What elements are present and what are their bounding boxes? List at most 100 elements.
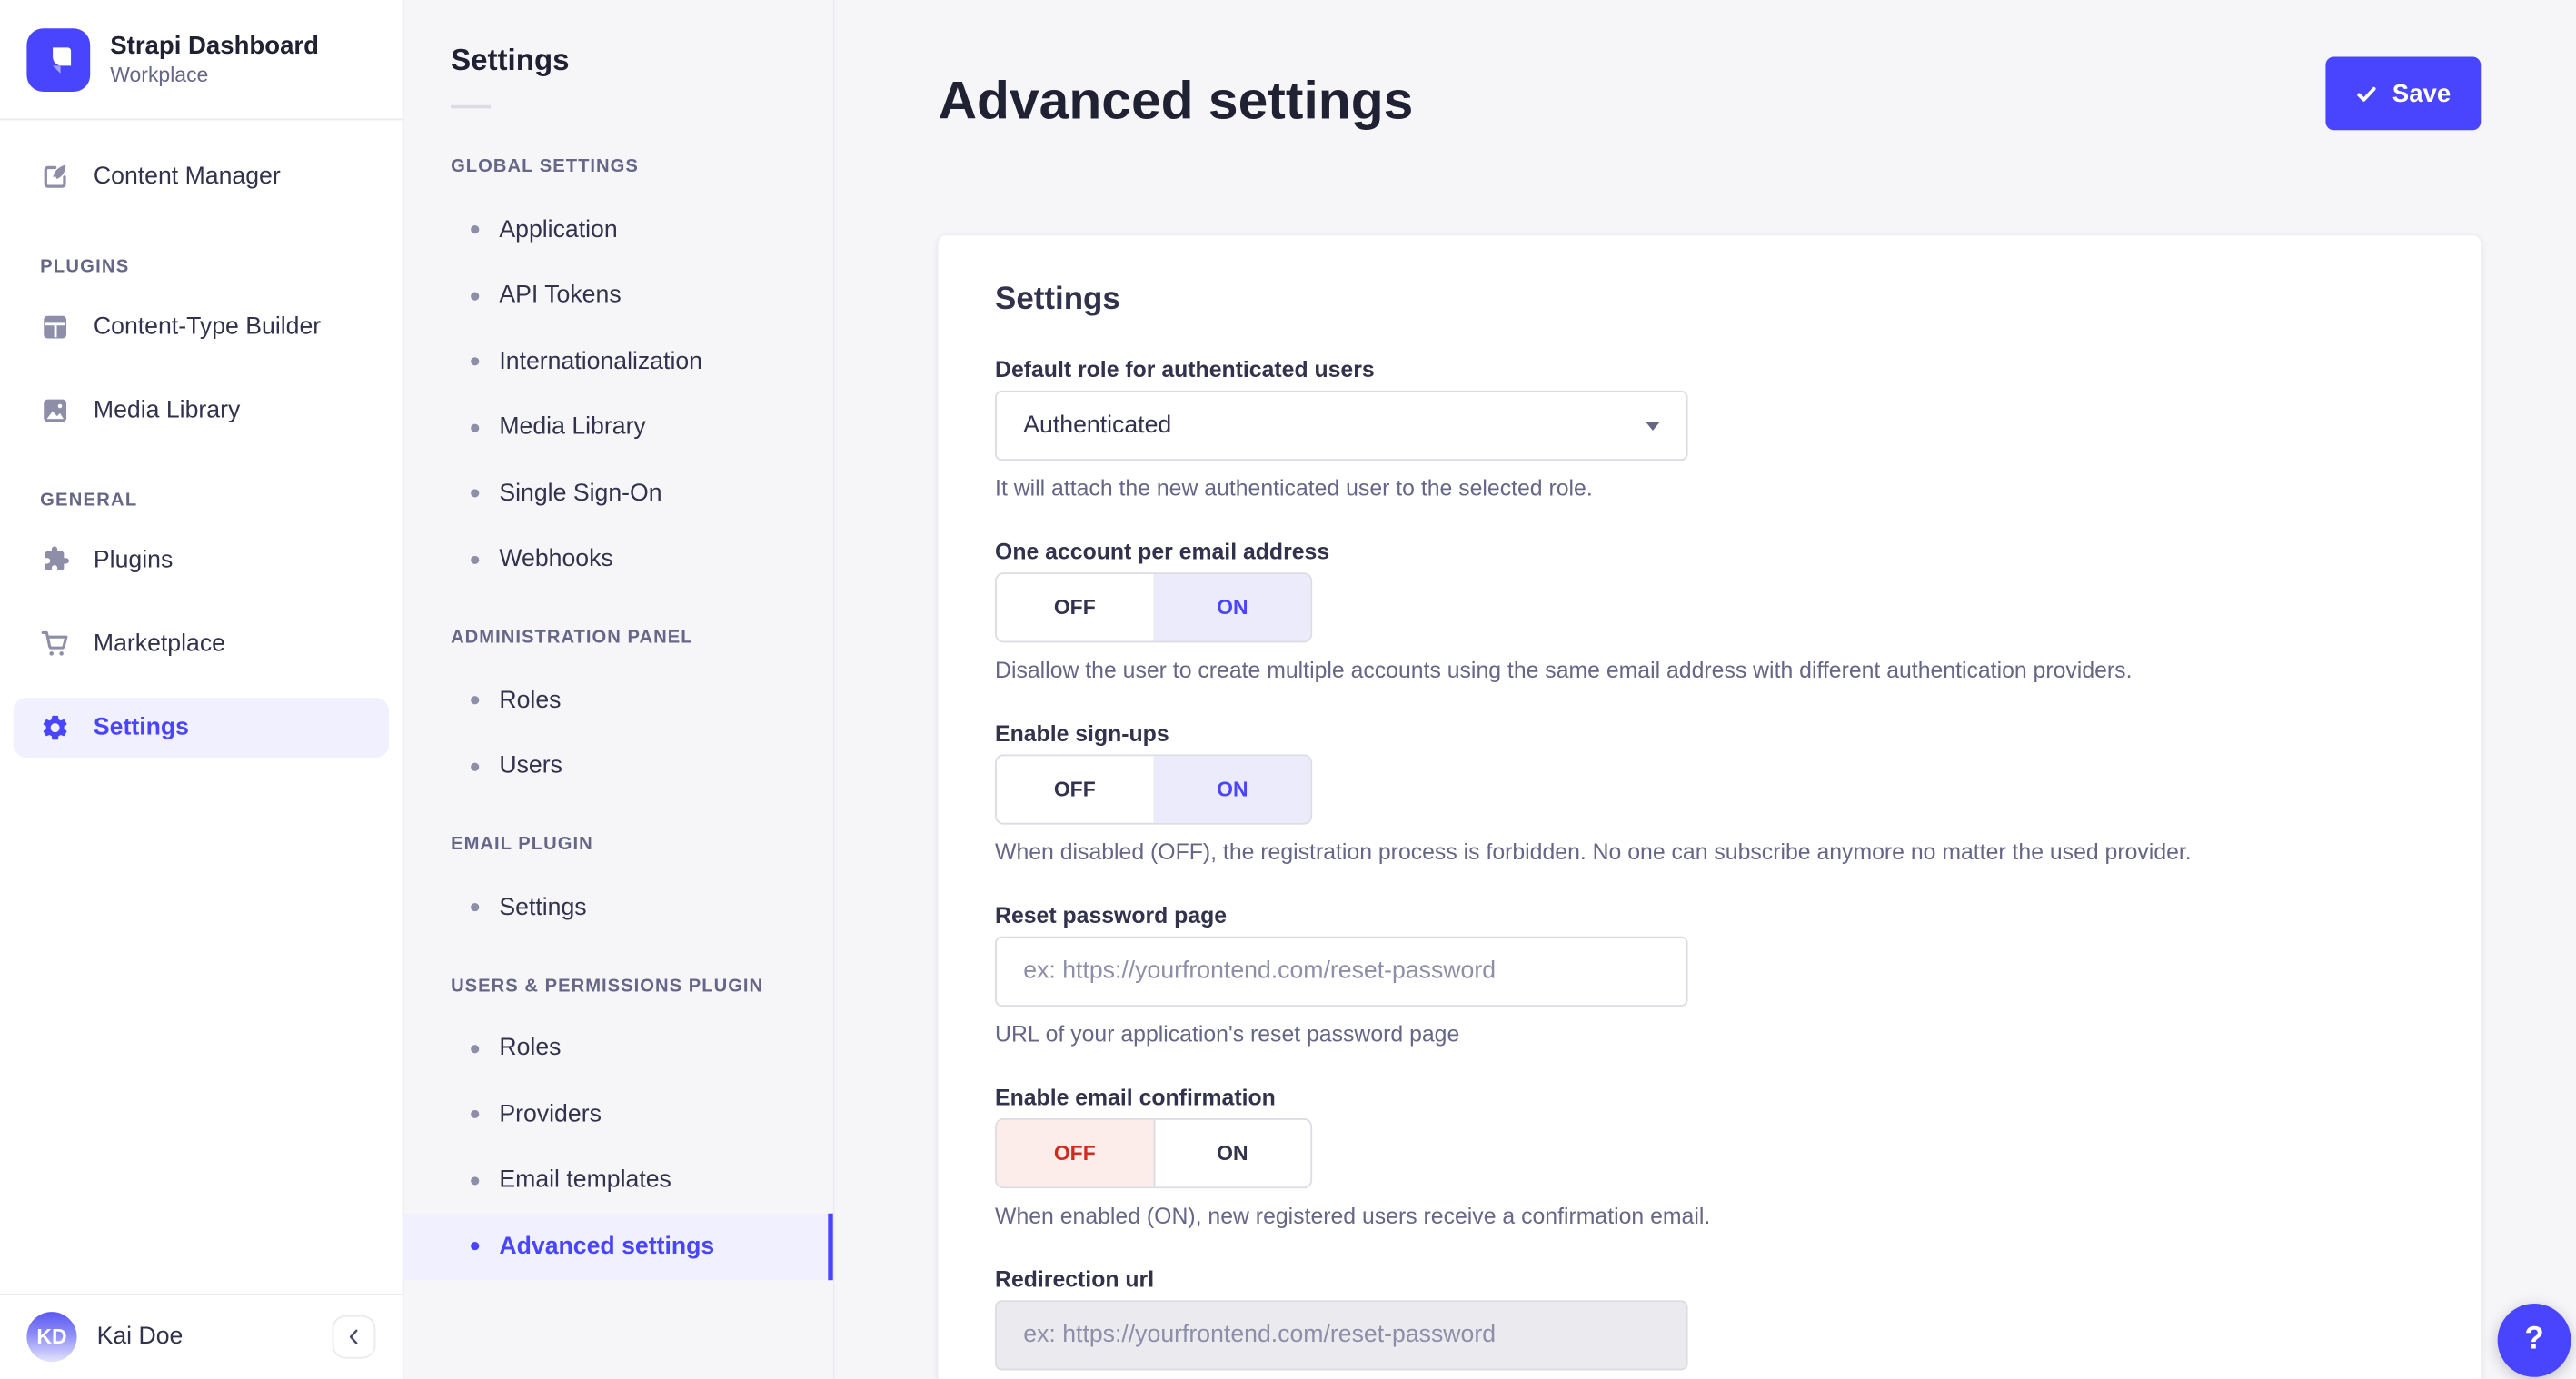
- field-hint: URL of your application's reset password…: [995, 1021, 1460, 1047]
- collapse-sidebar-button[interactable]: [332, 1315, 376, 1359]
- one-account-per-email-toggle: OFF ON: [995, 572, 1313, 643]
- toggle-off-option[interactable]: OFF: [996, 1119, 1153, 1187]
- plugins-puzzle-icon: [40, 546, 70, 576]
- subnav-list-administration-panel: Roles Users: [404, 668, 833, 799]
- field-enable-sign-ups: Enable sign-ups OFF ON When disabled (OF…: [995, 719, 2424, 868]
- toggle-off-option[interactable]: OFF: [997, 574, 1153, 640]
- default-role-select[interactable]: Authenticated: [995, 390, 1688, 461]
- toggle-off-option[interactable]: OFF: [997, 756, 1153, 822]
- subnav-item-up-roles[interactable]: Roles: [404, 1016, 833, 1082]
- subnav-section-administration-panel: ADMINISTRATION PANEL: [451, 627, 693, 648]
- subnav-item-internationalization[interactable]: Internationalization: [404, 329, 833, 395]
- sidebar-item-marketplace[interactable]: Marketplace: [14, 614, 389, 674]
- brand-text: Strapi Dashboard Workplace: [110, 32, 319, 87]
- check-icon: [2355, 83, 2377, 104]
- bullet-icon: [471, 423, 480, 432]
- workspace-name: Workplace: [110, 63, 209, 87]
- toggle-on-option[interactable]: ON: [1152, 756, 1311, 823]
- subnav-item-webhooks[interactable]: Webhooks: [404, 527, 833, 593]
- field-hint: Disallow the user to create multiple acc…: [995, 657, 2133, 683]
- enable-sign-ups-toggle: OFF ON: [995, 754, 1313, 825]
- app-title: Strapi Dashboard: [110, 31, 319, 61]
- sidebar-item-content-type-builder[interactable]: Content-Type Builder: [14, 297, 389, 357]
- sidebar-item-settings[interactable]: Settings: [13, 698, 390, 759]
- bullet-icon: [471, 762, 480, 771]
- bullet-icon: [471, 903, 480, 912]
- field-one-account-per-email: One account per email address OFF ON Dis…: [995, 538, 2424, 687]
- toggle-on-option[interactable]: ON: [1152, 574, 1311, 641]
- toggle-on-option[interactable]: ON: [1152, 1119, 1311, 1187]
- field-label: One account per email address: [995, 539, 1330, 565]
- field-label: Enable sign-ups: [995, 720, 1169, 747]
- bullet-icon: [471, 1110, 480, 1119]
- sidebar-item-plugins[interactable]: Plugins: [14, 531, 389, 590]
- page-header: Advanced settings Save: [939, 0, 2482, 130]
- subnav-item-single-sign-on[interactable]: Single Sign-On: [404, 461, 833, 527]
- user-name: Kai Doe: [96, 1324, 184, 1351]
- bullet-icon: [471, 555, 480, 564]
- field-label: Default role for authenticated users: [995, 357, 1375, 382]
- bullet-icon: [471, 489, 480, 498]
- sidebar-item-content-manager[interactable]: Content Manager: [14, 147, 389, 207]
- content-type-builder-icon: [40, 313, 70, 342]
- chevron-down-icon: [1646, 421, 1660, 431]
- card-title: Settings: [995, 282, 1120, 318]
- main-content: Advanced settings Save Settings Default …: [834, 0, 2576, 1379]
- field-hint: When enabled (ON), new registered users …: [995, 1203, 1711, 1229]
- subnav-title: Settings: [451, 43, 570, 77]
- subnav-list-users-permissions: Roles Providers Email templates Advanced…: [403, 1016, 833, 1280]
- divider: [451, 104, 492, 109]
- subnav-list-email-plugin: Settings: [404, 875, 833, 941]
- save-button[interactable]: Save: [2325, 56, 2482, 131]
- subnav-list-global-settings: Application API Tokens Internationalizat…: [404, 197, 833, 592]
- bullet-icon: [471, 1176, 480, 1186]
- subnav-item-admin-users[interactable]: Users: [404, 734, 833, 800]
- chevron-left-icon: [343, 1327, 363, 1347]
- page-title: Advanced settings: [938, 70, 1414, 131]
- subnav-section-global-settings: GLOBAL SETTINGS: [451, 156, 639, 177]
- user-row: KD Kai Doe: [0, 1293, 403, 1379]
- select-value: Authenticated: [1023, 412, 1172, 440]
- sidebar-item-label: Settings: [93, 714, 189, 741]
- field-reset-password-page: Reset password page URL of your applicat…: [995, 901, 2424, 1050]
- field-label: Enable email confirmation: [995, 1085, 1276, 1110]
- enable-email-confirmation-toggle: OFF ON: [995, 1118, 1313, 1189]
- field-hint: When disabled (OFF), the registration pr…: [995, 839, 2192, 865]
- subnav-item-application[interactable]: Application: [404, 197, 833, 263]
- help-button[interactable]: ?: [2497, 1303, 2571, 1377]
- content-manager-icon: [40, 162, 70, 192]
- field-redirection-url: Redirection url: [995, 1265, 2424, 1371]
- subnav-section-users-permissions: USERS & PERMISSIONS PLUGIN: [451, 975, 764, 996]
- strapi-admin-window: Strapi Dashboard Workplace Content Manag…: [0, 0, 2576, 1379]
- field-label: Reset password page: [995, 902, 1228, 928]
- bullet-icon: [471, 225, 480, 234]
- subnav-item-admin-roles[interactable]: Roles: [404, 668, 833, 734]
- subnav-item-email-settings[interactable]: Settings: [404, 875, 833, 941]
- media-library-icon: [40, 395, 70, 425]
- reset-password-page-input[interactable]: [995, 936, 1688, 1007]
- sidebar-item-media-library[interactable]: Media Library: [14, 381, 389, 441]
- bullet-icon: [471, 1242, 480, 1251]
- bullet-icon: [471, 357, 480, 366]
- brand: Strapi Dashboard Workplace: [0, 0, 403, 121]
- subnav-item-api-tokens[interactable]: API Tokens: [404, 263, 833, 329]
- strapi-logo-icon: [26, 27, 91, 92]
- subnav-item-up-email-templates[interactable]: Email templates: [404, 1147, 833, 1214]
- subnav-item-media-library[interactable]: Media Library: [404, 395, 833, 461]
- main-sidebar: Strapi Dashboard Workplace Content Manag…: [0, 0, 404, 1379]
- sidebar-section-plugins: PLUGINS: [40, 256, 130, 277]
- sidebar-item-label: Media Library: [93, 397, 241, 424]
- subnav-item-up-advanced-settings[interactable]: Advanced settings: [403, 1213, 833, 1280]
- save-button-label: Save: [2392, 79, 2452, 108]
- field-hint: It will attach the new authenticated use…: [995, 475, 1593, 501]
- field-label: Redirection url: [995, 1266, 1155, 1293]
- bullet-icon: [471, 696, 480, 705]
- settings-card: Settings Default role for authenticated …: [938, 235, 2482, 1379]
- marketplace-cart-icon: [40, 630, 70, 660]
- subnav-item-up-providers[interactable]: Providers: [404, 1082, 833, 1148]
- sidebar-nav: Content Manager PLUGINS Content-Type Bui…: [0, 120, 403, 759]
- settings-gear-icon: [40, 713, 70, 743]
- subnav-section-email-plugin: EMAIL PLUGIN: [451, 834, 593, 855]
- settings-subnav: Settings GLOBAL SETTINGS Application API…: [403, 0, 835, 1379]
- sidebar-item-label: Plugins: [93, 547, 174, 575]
